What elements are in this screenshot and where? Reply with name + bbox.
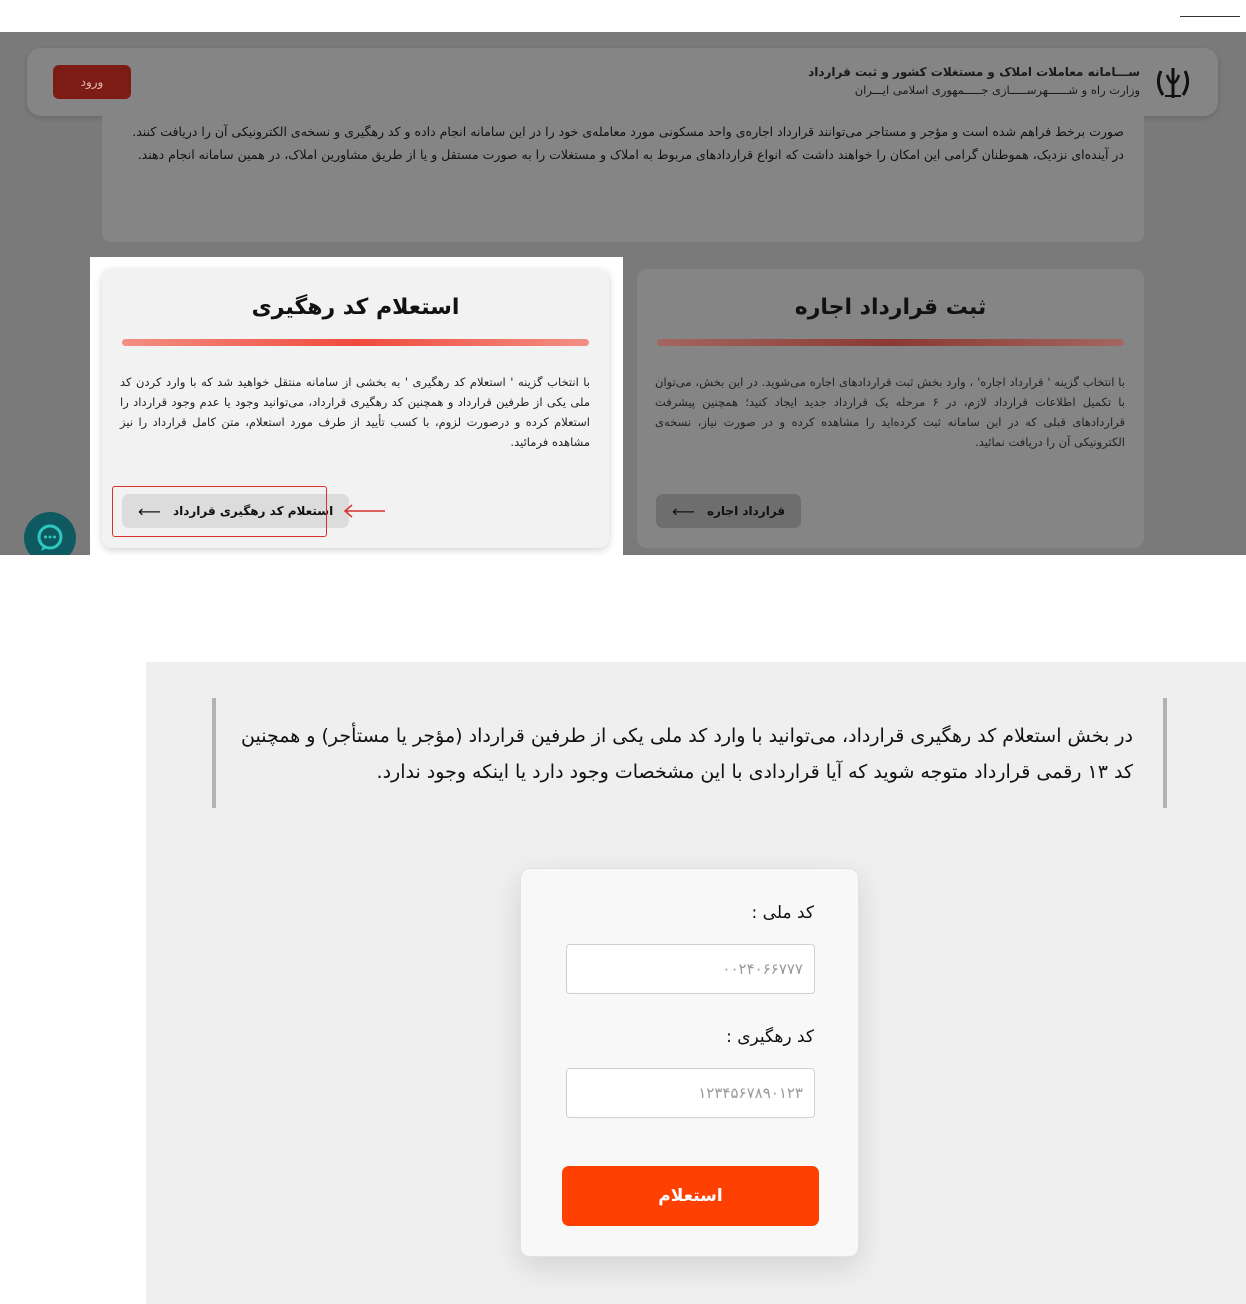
tracking-code-input[interactable] — [566, 1068, 815, 1118]
site-title: ســـامانه معاملات املاک و مستغلات کشور و… — [808, 65, 1140, 79]
lease-card-divider — [657, 339, 1124, 346]
national-code-label: کد ملی : — [751, 903, 814, 923]
lease-contract-button[interactable]: قرارداد اجاره ⟵ — [656, 494, 802, 528]
info-quote: در بخش استعلام کد رهگیری قرارداد، می‌توا… — [212, 698, 1167, 808]
header-titles: ســـامانه معاملات املاک و مستغلات کشور و… — [808, 63, 1140, 99]
chat-support-button[interactable] — [24, 512, 76, 555]
site-header: ســـامانه معاملات املاک و مستغلات کشور و… — [27, 48, 1218, 116]
site-subtitle: وزارت راه و شــــــهرســـــازی جـــــمهو… — [854, 83, 1140, 97]
lease-card-description: با انتخاب گزینه ' قرارداد اجاره' ، وارد … — [655, 375, 1125, 449]
lease-card-title: ثبت قرارداد اجاره — [794, 295, 987, 320]
iran-emblem-icon — [1152, 62, 1194, 104]
tracking-card-description: با انتخاب گزینه ' استعلام کد رهگیری ' به… — [120, 375, 590, 449]
lease-contract-button-label: قرارداد اجاره — [706, 504, 786, 518]
inquiry-form-section: در بخش استعلام کد رهگیری قرارداد، می‌توا… — [146, 662, 1246, 1304]
arrow-left-icon: ⟵ — [672, 501, 695, 521]
login-button[interactable]: ورود — [53, 65, 131, 99]
tracking-card-title: استعلام کد رهگیری — [251, 295, 460, 320]
lease-contract-card: ثبت قرارداد اجاره با انتخاب گزینه ' قرار… — [637, 269, 1144, 548]
homepage-screenshot: ســـامانه معاملات املاک و مستغلات کشور و… — [0, 32, 1246, 555]
info-quote-text: در بخش استعلام کد رهگیری قرارداد، می‌توا… — [241, 725, 1133, 783]
annotation-highlight-box — [112, 486, 327, 537]
intro-card: صورت برخط فراهم شده است و مؤجر و مستاجر … — [102, 116, 1144, 242]
tracking-card-divider — [122, 339, 589, 346]
chat-bubble-icon — [37, 524, 63, 551]
inquiry-form-card: کد ملی : کد رهگیری : استعلام — [520, 868, 859, 1257]
annotation-arrow-icon — [343, 504, 385, 518]
tracking-code-label: کد رهگیری : — [726, 1027, 814, 1047]
national-code-input[interactable] — [566, 944, 815, 994]
top-link-underline — [1180, 16, 1240, 17]
intro-text: صورت برخط فراهم شده است و مؤجر و مستاجر … — [132, 124, 1124, 162]
inquiry-submit-button[interactable]: استعلام — [562, 1166, 819, 1226]
